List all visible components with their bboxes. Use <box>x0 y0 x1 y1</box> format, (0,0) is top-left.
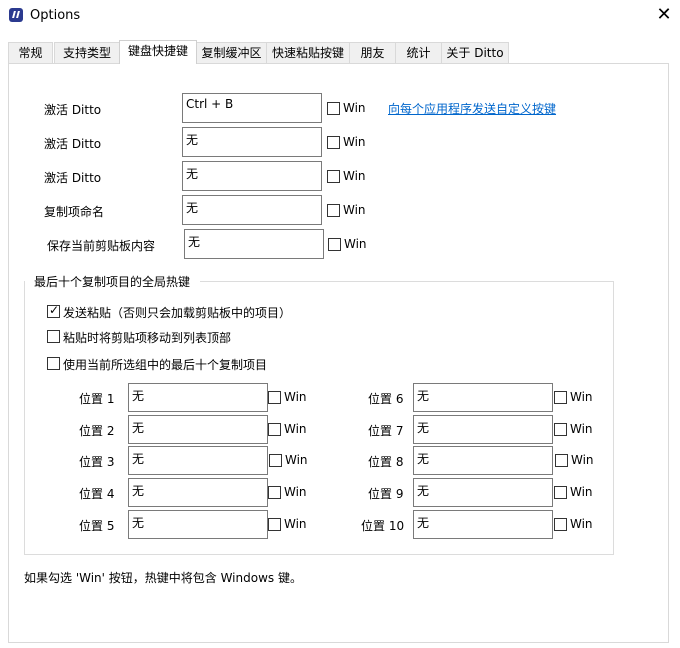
win-checkbox[interactable] <box>268 518 281 531</box>
win-label: Win <box>284 485 307 499</box>
hotkey-field-activate[interactable]: Ctrl + B <box>182 93 322 123</box>
position-7-field[interactable]: 无 <box>413 415 553 444</box>
position-label: 位置 2 <box>79 424 115 438</box>
footer-note: 如果勾选 'Win' 按钮，热键中将包含 Windows 键。 <box>24 571 302 585</box>
send-paste-label: 发送粘贴（否则只会加载剪贴板中的项目） <box>63 306 292 320</box>
win-label: Win <box>571 453 594 467</box>
position-label: 位置 4 <box>79 487 115 501</box>
position-3-field[interactable]: 无 <box>128 446 268 475</box>
group-title: 最后十个复制项目的全局热键 <box>32 273 193 290</box>
ditto-app-icon <box>9 8 23 22</box>
win-label: Win <box>570 422 593 436</box>
position-label: 位置 5 <box>79 519 115 533</box>
hotkey-label: 复制项命名 <box>44 205 105 219</box>
win-checkbox[interactable] <box>327 204 340 217</box>
win-label: Win <box>343 203 366 217</box>
win-checkbox[interactable] <box>555 454 568 467</box>
tab-general[interactable]: 常规 <box>8 42 53 64</box>
hotkey-label: 保存当前剪贴板内容 <box>47 239 156 253</box>
win-checkbox[interactable] <box>269 454 282 467</box>
win-checkbox[interactable] <box>554 518 567 531</box>
send-custom-keys-link[interactable]: 向每个应用程序发送自定义按键 <box>388 100 556 117</box>
hotkey-field-activate-2[interactable]: 无 <box>182 127 322 157</box>
win-checkbox[interactable] <box>268 423 281 436</box>
hotkey-field-activate-3[interactable]: 无 <box>182 161 322 191</box>
tab-supported-types[interactable]: 支持类型 <box>54 42 120 64</box>
tab-copy-buffers[interactable]: 复制缓冲区 <box>196 42 267 64</box>
title-bar <box>0 0 680 32</box>
tab-friends[interactable]: 朋友 <box>349 42 396 64</box>
position-5-field[interactable]: 无 <box>128 510 268 539</box>
win-label: Win <box>343 101 366 115</box>
position-9-field[interactable]: 无 <box>413 478 553 507</box>
position-1-field[interactable]: 无 <box>128 383 268 412</box>
win-checkbox[interactable] <box>554 486 567 499</box>
win-label: Win <box>343 135 366 149</box>
win-checkbox[interactable] <box>327 102 340 115</box>
win-checkbox[interactable] <box>268 391 281 404</box>
position-label: 位置 9 <box>368 487 404 501</box>
hotkey-label: 激活 Ditto <box>44 171 102 185</box>
win-label: Win <box>570 390 593 404</box>
position-2-field[interactable]: 无 <box>128 415 268 444</box>
group-box-top-line <box>200 281 614 282</box>
position-label: 位置 8 <box>368 455 404 469</box>
tab-about[interactable]: 关于 Ditto <box>441 42 509 64</box>
win-label: Win <box>284 422 307 436</box>
win-checkbox[interactable] <box>327 170 340 183</box>
move-to-top-label: 粘贴时将剪贴项移动到列表顶部 <box>63 331 232 345</box>
win-label: Win <box>285 453 308 467</box>
tab-quick-paste-keys[interactable]: 快速粘贴按键 <box>266 42 350 64</box>
win-checkbox[interactable] <box>554 391 567 404</box>
position-label: 位置 7 <box>368 424 404 438</box>
position-10-field[interactable]: 无 <box>413 510 553 539</box>
position-label: 位置 6 <box>368 392 404 406</box>
win-checkbox[interactable] <box>268 486 281 499</box>
tab-keyboard-shortcuts[interactable]: 键盘快捷键 <box>119 40 197 64</box>
use-current-group-label: 使用当前所选组中的最后十个复制项目 <box>63 358 268 372</box>
hotkey-field-save-clipboard[interactable]: 无 <box>184 229 324 259</box>
win-label: Win <box>284 390 307 404</box>
position-4-field[interactable]: 无 <box>128 478 268 507</box>
use-current-group-checkbox[interactable] <box>47 357 60 370</box>
position-label: 位置 3 <box>79 455 115 469</box>
hotkey-label: 激活 Ditto <box>44 103 102 117</box>
send-paste-checkbox[interactable] <box>47 303 60 318</box>
window-title: Options <box>30 8 81 23</box>
position-label: 位置 1 <box>79 392 115 406</box>
win-checkbox[interactable] <box>328 238 341 251</box>
position-label: 位置 10 <box>361 519 405 533</box>
hotkey-label: 激活 Ditto <box>44 137 102 151</box>
move-to-top-checkbox[interactable] <box>47 330 60 343</box>
win-label: Win <box>284 517 307 531</box>
position-8-field[interactable]: 无 <box>413 446 553 475</box>
hotkey-field-name-clip[interactable]: 无 <box>182 195 322 225</box>
win-checkbox[interactable] <box>554 423 567 436</box>
win-checkbox[interactable] <box>327 136 340 149</box>
close-icon[interactable]: ✕ <box>652 4 676 26</box>
win-label: Win <box>570 485 593 499</box>
win-label: Win <box>344 237 367 251</box>
win-label: Win <box>570 517 593 531</box>
tab-stats[interactable]: 统计 <box>395 42 442 64</box>
position-6-field[interactable]: 无 <box>413 383 553 412</box>
win-label: Win <box>343 169 366 183</box>
